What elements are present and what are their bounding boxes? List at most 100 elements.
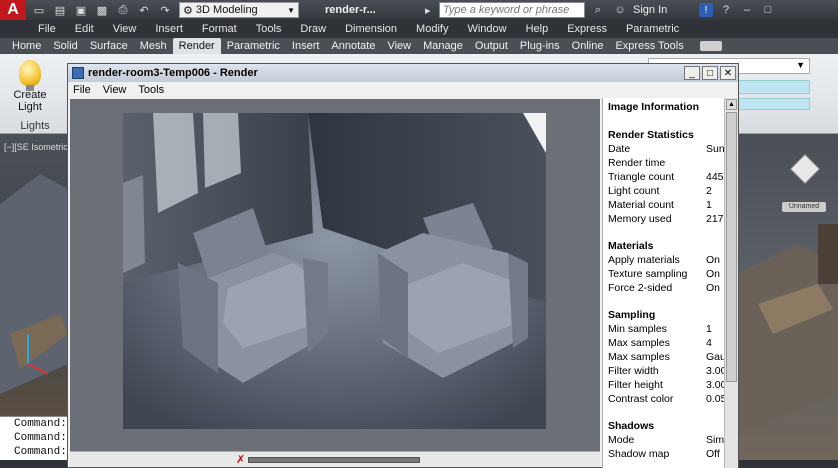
info-scrollbar[interactable]: ▲ bbox=[724, 98, 738, 468]
info-row: Memory used2171 bbox=[608, 213, 724, 225]
rw-menu-file[interactable]: File bbox=[73, 84, 91, 96]
info-row: ModeSimp bbox=[608, 434, 724, 446]
info-header: Image Information bbox=[608, 101, 700, 113]
command-line-2: Command: bbox=[14, 432, 67, 444]
cancel-render-icon[interactable]: ✗ bbox=[236, 454, 248, 466]
right-viewport-scene bbox=[738, 224, 838, 434]
new-file-icon[interactable]: ▭ bbox=[31, 3, 47, 17]
scroll-thumb[interactable] bbox=[726, 112, 737, 382]
create-light-label: Create Light bbox=[13, 89, 47, 113]
render-window-menu: File View Tools bbox=[68, 82, 738, 98]
user-icon[interactable]: ☺ bbox=[611, 2, 629, 18]
tab-plugins[interactable]: Plug-ins bbox=[514, 38, 566, 54]
tab-parametric[interactable]: Parametric bbox=[221, 38, 286, 54]
signin-link[interactable]: Sign In bbox=[633, 4, 693, 16]
section-materials: Materials bbox=[608, 240, 654, 252]
menu-view[interactable]: View bbox=[113, 23, 137, 35]
info-row: Contrast color0.05 bbox=[608, 393, 724, 405]
search-icon[interactable]: ⌕ bbox=[589, 2, 607, 18]
minimize-icon[interactable]: – bbox=[738, 3, 756, 17]
maximize-icon[interactable]: □ bbox=[759, 3, 777, 17]
info-row: Shadow map Off bbox=[608, 448, 720, 460]
tab-render[interactable]: Render bbox=[172, 38, 221, 54]
menu-edit[interactable]: Edit bbox=[75, 23, 94, 35]
open-folder-icon[interactable]: ▤ bbox=[52, 3, 68, 17]
chevron-down-icon: ▼ bbox=[287, 5, 295, 15]
render-window-icon bbox=[72, 67, 84, 79]
ribbon-tabs: Home Solid Surface Mesh Render Parametri… bbox=[0, 38, 838, 54]
ribbon-minimize-icon[interactable] bbox=[699, 41, 722, 51]
menu-tools[interactable]: Tools bbox=[256, 23, 282, 35]
info-row: Filter height3.00 bbox=[608, 379, 724, 391]
command-line[interactable]: Command: Command: Command: bbox=[0, 416, 68, 460]
tab-surface[interactable]: Surface bbox=[84, 38, 134, 54]
tab-mesh[interactable]: Mesh bbox=[134, 38, 173, 54]
menu-parametric[interactable]: Parametric bbox=[626, 23, 679, 35]
section-sampling: Sampling bbox=[608, 309, 656, 321]
progress-bar bbox=[248, 457, 420, 463]
maximize-icon[interactable]: □ bbox=[702, 66, 718, 80]
print-icon[interactable]: ⎙ bbox=[115, 3, 131, 17]
save-icon[interactable]: ▣ bbox=[73, 3, 89, 17]
right-viewport[interactable]: Unnamed bbox=[738, 134, 838, 468]
workspace-select[interactable]: ⚙ 3D Modeling ▼ bbox=[179, 2, 299, 18]
menu-format[interactable]: Format bbox=[202, 23, 237, 35]
undo-icon[interactable]: ↶ bbox=[136, 3, 152, 17]
tab-view[interactable]: View bbox=[381, 38, 417, 54]
create-light-button[interactable]: Create Light bbox=[8, 58, 52, 118]
light-bulb-icon bbox=[19, 60, 41, 91]
tab-manage[interactable]: Manage bbox=[417, 38, 469, 54]
render-image-area bbox=[70, 99, 600, 451]
render-window: render-room3-Temp006 - Render _ □ ✕ File… bbox=[67, 63, 739, 468]
save-as-icon[interactable]: ▩ bbox=[94, 3, 110, 17]
left-viewport[interactable]: [−][SE Isometric bbox=[0, 134, 68, 416]
menu-express[interactable]: Express bbox=[567, 23, 607, 35]
menu-draw[interactable]: Draw bbox=[300, 23, 326, 35]
tab-annotate[interactable]: Annotate bbox=[325, 38, 381, 54]
image-information-panel: Image Information Render Statistics Date… bbox=[602, 98, 724, 468]
rw-menu-tools[interactable]: Tools bbox=[138, 84, 164, 96]
autocad-logo-icon[interactable]: A bbox=[0, 0, 26, 20]
render-window-title: render-room3-Temp006 - Render bbox=[88, 67, 258, 79]
ucs-unnamed-label[interactable]: Unnamed bbox=[782, 202, 826, 212]
info-row: Filter width3.00 bbox=[608, 365, 724, 377]
tab-home[interactable]: Home bbox=[6, 38, 47, 54]
search-input[interactable]: Type a keyword or phrase bbox=[439, 2, 585, 18]
info-row: Material count 1 bbox=[608, 199, 712, 211]
app-title: render-r... bbox=[325, 4, 376, 16]
tab-insert[interactable]: Insert bbox=[286, 38, 326, 54]
info-row: Max samplesGaus bbox=[608, 351, 724, 363]
minimize-icon[interactable]: _ bbox=[684, 66, 700, 80]
tab-output[interactable]: Output bbox=[469, 38, 514, 54]
info-row: Min samples 1 bbox=[608, 323, 712, 335]
info-row: Texture sampling On bbox=[608, 268, 721, 280]
exchange-icon[interactable]: ! bbox=[699, 3, 713, 17]
workspace-value: 3D Modeling bbox=[195, 4, 258, 16]
rendered-image bbox=[123, 113, 546, 429]
info-row: DateSund bbox=[608, 143, 724, 155]
tab-online[interactable]: Online bbox=[566, 38, 610, 54]
tab-express-tools[interactable]: Express Tools bbox=[609, 38, 689, 54]
section-shadows: Shadows bbox=[608, 420, 655, 432]
chevron-right-icon[interactable]: ▸ bbox=[425, 4, 439, 17]
info-row: Apply materials On bbox=[608, 254, 721, 266]
redo-icon[interactable]: ↷ bbox=[157, 3, 173, 17]
command-line-3: Command: bbox=[14, 446, 67, 458]
render-progress: ✗ bbox=[70, 451, 600, 467]
menu-modify[interactable]: Modify bbox=[416, 23, 448, 35]
section-render-statistics: Render Statistics bbox=[608, 129, 694, 141]
rw-menu-view[interactable]: View bbox=[103, 84, 127, 96]
menu-dimension[interactable]: Dimension bbox=[345, 23, 397, 35]
menu-file[interactable]: File bbox=[38, 23, 56, 35]
menu-insert[interactable]: Insert bbox=[155, 23, 183, 35]
menu-help[interactable]: Help bbox=[526, 23, 549, 35]
menu-window[interactable]: Window bbox=[467, 23, 506, 35]
close-icon[interactable]: ✕ bbox=[720, 66, 736, 80]
help-icon[interactable]: ? bbox=[717, 2, 735, 18]
workspace-gear-icon: ⚙ bbox=[183, 4, 196, 17]
tab-solid[interactable]: Solid bbox=[47, 38, 83, 54]
scroll-up-icon[interactable]: ▲ bbox=[726, 99, 737, 110]
info-row: Light count 2 bbox=[608, 185, 712, 197]
chevron-down-icon: ▼ bbox=[796, 60, 805, 70]
render-window-titlebar[interactable]: render-room3-Temp006 - Render _ □ ✕ bbox=[68, 64, 738, 82]
